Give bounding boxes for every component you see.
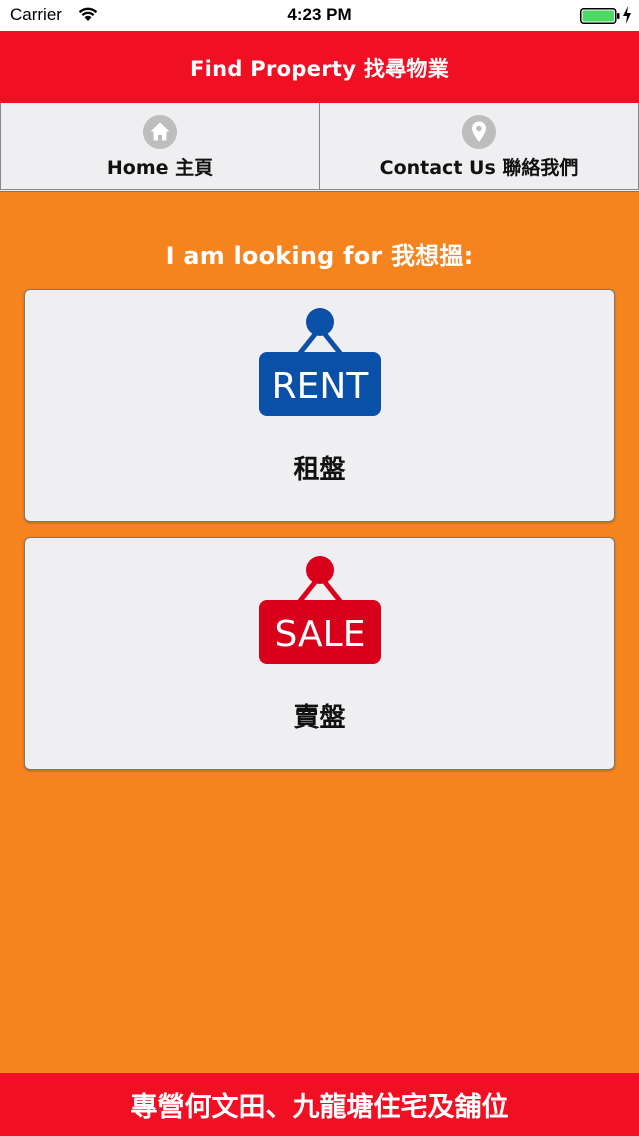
looking-for-heading: I am looking for 我想搵: [165,242,474,270]
bolt-icon [623,6,631,24]
sale-option-card[interactable]: SALE 賣盤 [24,537,615,770]
battery-charging-icon [580,8,620,24]
rent-option-label: 租盤 [293,455,346,485]
tab-contact-us[interactable]: Contact Us 聯絡我們 [320,103,639,190]
status-time: 4:23 PM [287,5,352,24]
rent-sign-text: RENT [272,366,370,407]
tab-home-label: Home 主頁 [106,157,214,179]
footer-slogan: 專營何文田、九龍塘住宅及舖位 [130,1092,509,1123]
footer-bar: 專營何文田、九龍塘住宅及舖位 [0,1073,639,1136]
sale-sign-text: SALE [275,614,366,655]
home-icon [143,115,177,149]
rent-sign-icon: RENT [259,308,381,416]
tab-home[interactable]: Home 主頁 [0,103,320,190]
tab-bar: Home 主頁 Contact Us 聯絡我們 [0,103,639,192]
page-title: Find Property 找尋物業 [189,57,450,81]
sale-option-label: 賣盤 [293,703,346,733]
status-bar: Carrier 4:23 PM [0,0,639,31]
location-pin-icon [462,115,496,149]
nav-bar: Find Property 找尋物業 [0,31,639,103]
rent-option-card[interactable]: RENT 租盤 [24,289,615,522]
tab-contact-label: Contact Us 聯絡我們 [379,157,579,179]
sale-sign-icon: SALE [259,556,381,664]
